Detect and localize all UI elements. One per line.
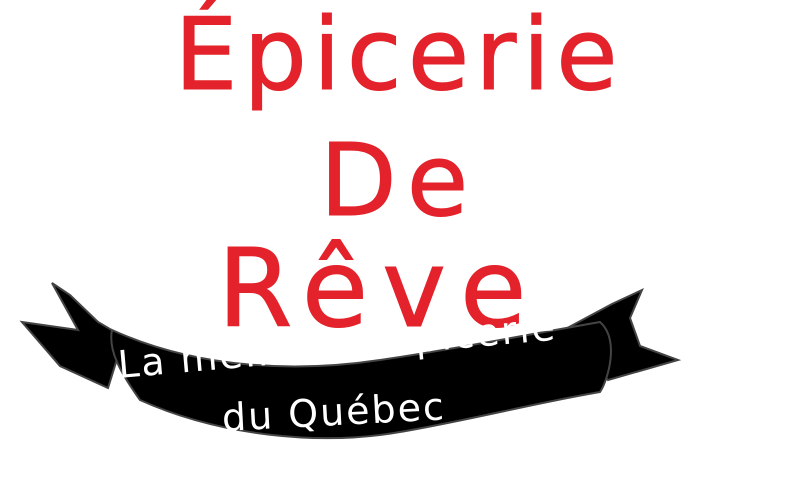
logo-canvas: Épicerie De Rêve La meilleure épicerie d…	[0, 0, 798, 492]
title-line-1: Épicerie	[174, 0, 624, 113]
title-line-2: De	[319, 122, 479, 239]
